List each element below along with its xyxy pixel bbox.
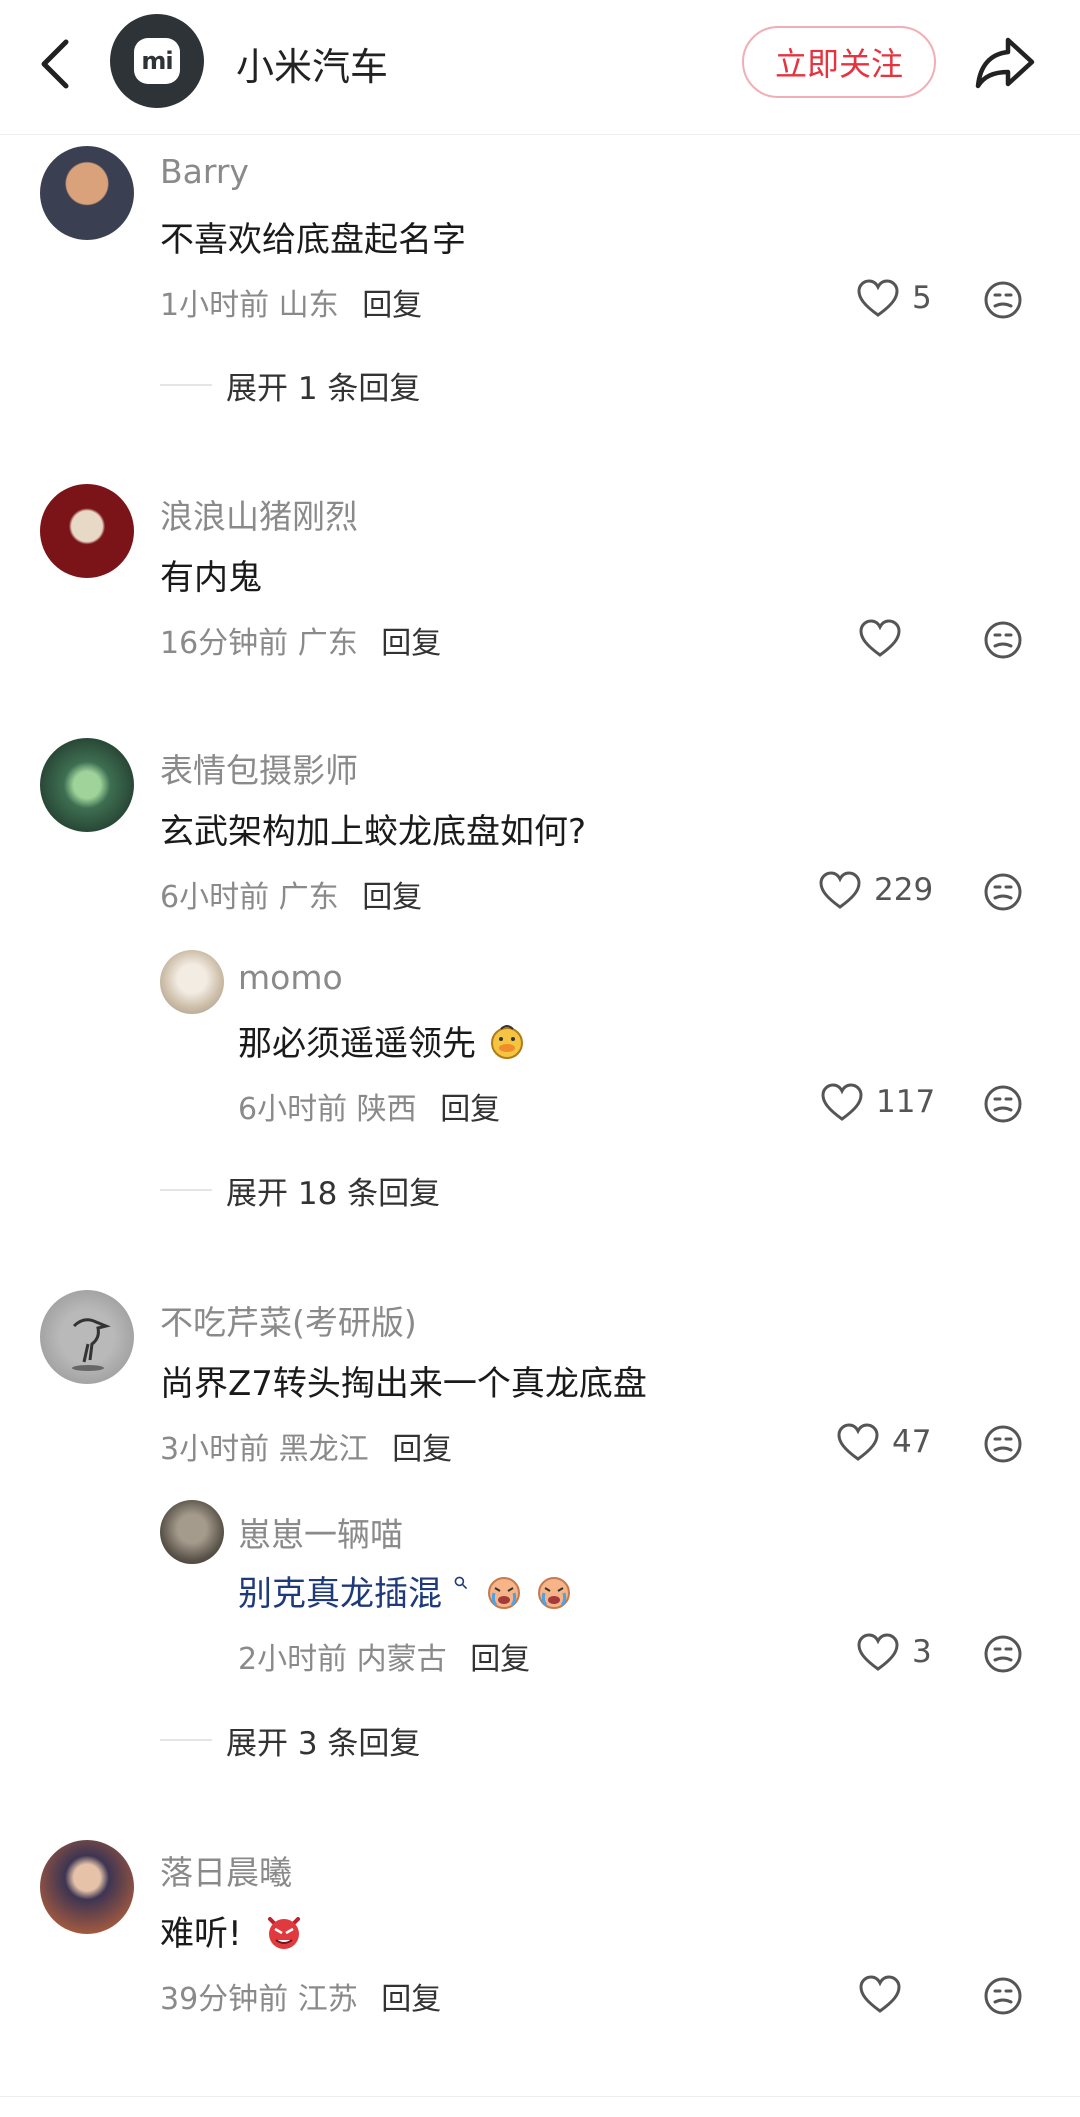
reply-location: 内蒙古: [356, 1642, 447, 1677]
top-bar: mi 小米汽车 立即关注: [0, 0, 1080, 135]
reply-avatar[interactable]: [160, 950, 224, 1014]
comment-meta: 1小时前 山东 回复: [160, 280, 422, 324]
expand-divider: [160, 384, 212, 386]
reply-username[interactable]: momo: [238, 958, 343, 997]
reply-button[interactable]: 回复: [440, 1092, 500, 1127]
share-icon[interactable]: [974, 32, 1036, 92]
heart-icon: [857, 1633, 899, 1671]
emoji-face-icon[interactable]: [983, 280, 1023, 320]
expand-divider: [160, 1739, 212, 1741]
emoji-face-icon[interactable]: [983, 1084, 1023, 1124]
expand-replies-button[interactable]: 展开 18 条回复: [226, 1168, 440, 1213]
heron-image: [72, 1318, 111, 1371]
like-button[interactable]: 117: [820, 1082, 935, 1122]
avatar[interactable]: [40, 1840, 134, 1934]
reply-avatar[interactable]: [160, 1500, 224, 1564]
emoji-face-icon[interactable]: [983, 872, 1023, 912]
comment-text[interactable]: 玄武架构加上蛟龙底盘如何?: [160, 804, 586, 853]
brand-avatar[interactable]: mi: [110, 14, 204, 108]
heart-icon: [821, 1083, 863, 1121]
reply-button[interactable]: 回复: [470, 1642, 530, 1677]
reply-meta: 6小时前 陕西 回复: [238, 1084, 500, 1128]
heart-icon: [859, 1975, 901, 2013]
comment-meta: 3小时前 黑龙江 回复: [160, 1424, 452, 1468]
emoji-face-icon[interactable]: [983, 1634, 1023, 1674]
comment-meta: 39分钟前 江苏 回复: [160, 1974, 441, 2018]
expand-divider: [160, 1189, 212, 1191]
avatar[interactable]: [40, 484, 134, 578]
comment-time: 16分钟前: [160, 626, 289, 661]
comment-meta: 6小时前 广东 回复: [160, 872, 422, 916]
brand-logo-mark: mi: [134, 38, 180, 84]
heart-icon: [837, 1423, 879, 1461]
like-button[interactable]: 5: [856, 278, 932, 318]
comment-username[interactable]: Barry: [160, 152, 249, 191]
reply-button[interactable]: 回复: [381, 626, 441, 661]
comment-username[interactable]: 落日晨曦: [160, 1846, 292, 1894]
heart-icon: [859, 619, 901, 657]
comment-location: 黑龙江: [278, 1432, 369, 1467]
like-button[interactable]: 229: [818, 870, 933, 910]
devil-emoji-icon: [268, 1917, 301, 1949]
emoji-face-icon[interactable]: [983, 1424, 1023, 1464]
comment-time: 39分钟前: [160, 1982, 289, 2017]
comment-meta: 16分钟前 广东 回复: [160, 618, 441, 662]
avatar[interactable]: [40, 1290, 134, 1384]
reply-meta: 2小时前 内蒙古 回复: [238, 1634, 530, 1678]
comment-text[interactable]: 不喜欢给底盘起名字: [160, 212, 466, 261]
chevron-left-icon[interactable]: [34, 34, 78, 94]
crying-emoji-icon: [538, 1577, 571, 1609]
reply-time: 6小时前: [238, 1092, 348, 1127]
comment-time: 6小时前: [160, 880, 270, 915]
reply-location: 陕西: [356, 1092, 417, 1127]
expand-replies-button[interactable]: 展开 1 条回复: [226, 363, 420, 408]
like-count: 3: [912, 1634, 932, 1670]
reply-button[interactable]: 回复: [362, 880, 422, 915]
like-count: 229: [874, 872, 934, 908]
like-button[interactable]: [858, 618, 902, 658]
comment-username[interactable]: 表情包摄影师: [160, 744, 358, 792]
like-count: 47: [892, 1424, 932, 1460]
expand-replies-button[interactable]: 展开 3 条回复: [226, 1718, 420, 1763]
brand-name[interactable]: 小米汽车: [236, 36, 388, 91]
emoji-face-icon[interactable]: [983, 620, 1023, 660]
comment-time: 1小时前: [160, 288, 270, 323]
comment-text[interactable]: 难听!: [160, 1906, 306, 1955]
heart-icon: [857, 279, 899, 317]
like-count: 5: [912, 280, 932, 316]
comment-location: 山东: [278, 288, 339, 323]
search-icon[interactable]: [453, 1575, 469, 1591]
bottom-divider: [0, 2096, 1080, 2097]
duck-emoji-icon: [490, 1025, 523, 1059]
heart-icon: [819, 871, 861, 909]
comment-username[interactable]: 浪浪山猪刚烈: [160, 490, 358, 538]
comment-location: 江苏: [297, 1982, 358, 2017]
crying-emoji-icon: [487, 1577, 520, 1609]
comment-time: 3小时前: [160, 1432, 270, 1467]
reply-time: 2小时前: [238, 1642, 348, 1677]
comment-text[interactable]: 有内鬼: [160, 550, 262, 599]
avatar[interactable]: [40, 738, 134, 832]
reply-button[interactable]: 回复: [362, 288, 422, 323]
like-count: 117: [876, 1084, 936, 1120]
like-button[interactable]: [858, 1974, 902, 2014]
comment-text[interactable]: 尚界Z7转头掏出来一个真龙底盘: [160, 1356, 647, 1405]
like-button[interactable]: 47: [836, 1422, 931, 1462]
reply-text[interactable]: 别克真龙插混: [238, 1566, 574, 1615]
like-button[interactable]: 3: [856, 1632, 932, 1672]
reply-button[interactable]: 回复: [381, 1982, 441, 2017]
follow-button[interactable]: 立即关注: [742, 26, 936, 98]
avatar[interactable]: [40, 146, 134, 240]
comment-location: 广东: [297, 626, 358, 661]
comment-location: 广东: [278, 880, 339, 915]
comment-username[interactable]: 不吃芹菜(考研版): [160, 1296, 417, 1344]
reply-button[interactable]: 回复: [392, 1432, 452, 1467]
reply-text[interactable]: 那必须遥遥领先: [238, 1016, 527, 1065]
reply-username[interactable]: 崽崽一辆喵: [238, 1508, 403, 1556]
emoji-face-icon[interactable]: [983, 1976, 1023, 2016]
